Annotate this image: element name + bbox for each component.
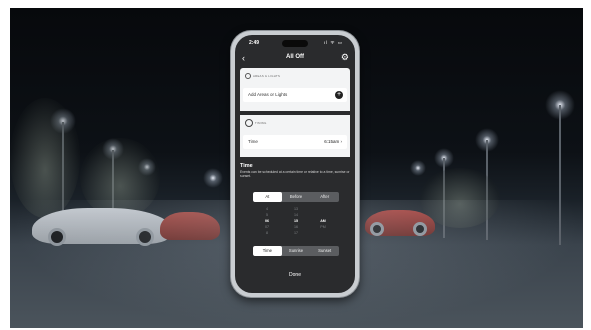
- status-time: 2:49: [249, 40, 260, 46]
- segment-after[interactable]: After: [310, 192, 339, 202]
- timing-card: TIMING Time 6:15am ›: [240, 115, 350, 157]
- period-option: [313, 230, 333, 236]
- timing-section-header: TIMING: [245, 119, 267, 127]
- segment-sunrise[interactable]: Sunrise: [282, 246, 311, 256]
- hour-option: 8: [266, 231, 268, 235]
- app-screen: 2:49 ıl ᯤ ▭ ‹ All Off ⚙ AREAS & LIGHTS A…: [235, 35, 355, 293]
- status-bar: 2:49 ıl ᯤ ▭: [235, 39, 355, 49]
- time-picker[interactable]: 4 5 06 07 8 13 14 15 16 17 AM PM: [253, 206, 339, 240]
- segment-sunset[interactable]: Sunset: [310, 246, 339, 256]
- minute-column[interactable]: 13 14 15 16 17: [286, 206, 306, 236]
- hour-column[interactable]: 4 5 06 07 8: [257, 206, 277, 236]
- add-icon[interactable]: +: [335, 91, 343, 99]
- minute-option: 17: [294, 231, 298, 235]
- type-segmented-control: Time Sunrise Sunset: [253, 246, 339, 256]
- page-title: All Off: [286, 54, 304, 60]
- add-areas-label: Add Areas or Lights: [248, 92, 288, 97]
- status-icons: ıl ᯤ ▭: [323, 40, 343, 45]
- areas-lights-card: AREAS & LIGHTS Add Areas or Lights +: [240, 68, 350, 111]
- segment-time[interactable]: Time: [253, 246, 282, 256]
- clock-icon: [245, 119, 253, 127]
- time-info: Time Events can be scheduled at a certai…: [240, 163, 350, 178]
- areas-section-header: AREAS & LIGHTS: [245, 73, 280, 79]
- gear-icon[interactable]: ⚙: [341, 52, 349, 62]
- period-column[interactable]: AM PM: [313, 206, 333, 236]
- phone-mockup: 2:49 ıl ᯤ ▭ ‹ All Off ⚙ AREAS & LIGHTS A…: [231, 31, 359, 297]
- segment-at[interactable]: At: [253, 192, 282, 202]
- add-areas-field[interactable]: Add Areas or Lights +: [243, 88, 347, 102]
- time-field[interactable]: Time 6:15am ›: [243, 135, 347, 149]
- timing-section-label: TIMING: [255, 121, 267, 125]
- time-heading: Time: [240, 163, 253, 169]
- time-field-label: Time: [248, 139, 258, 144]
- time-description: Events can be scheduled at a certain tim…: [240, 170, 350, 178]
- segment-before[interactable]: Before: [282, 192, 311, 202]
- relation-segmented-control: At Before After: [253, 192, 339, 202]
- lightbulb-icon: [245, 73, 251, 79]
- nav-bar: ‹ All Off ⚙: [235, 52, 355, 66]
- done-button[interactable]: Done: [235, 272, 355, 278]
- time-field-value: 6:15am ›: [324, 139, 342, 144]
- areas-section-label: AREAS & LIGHTS: [253, 74, 281, 78]
